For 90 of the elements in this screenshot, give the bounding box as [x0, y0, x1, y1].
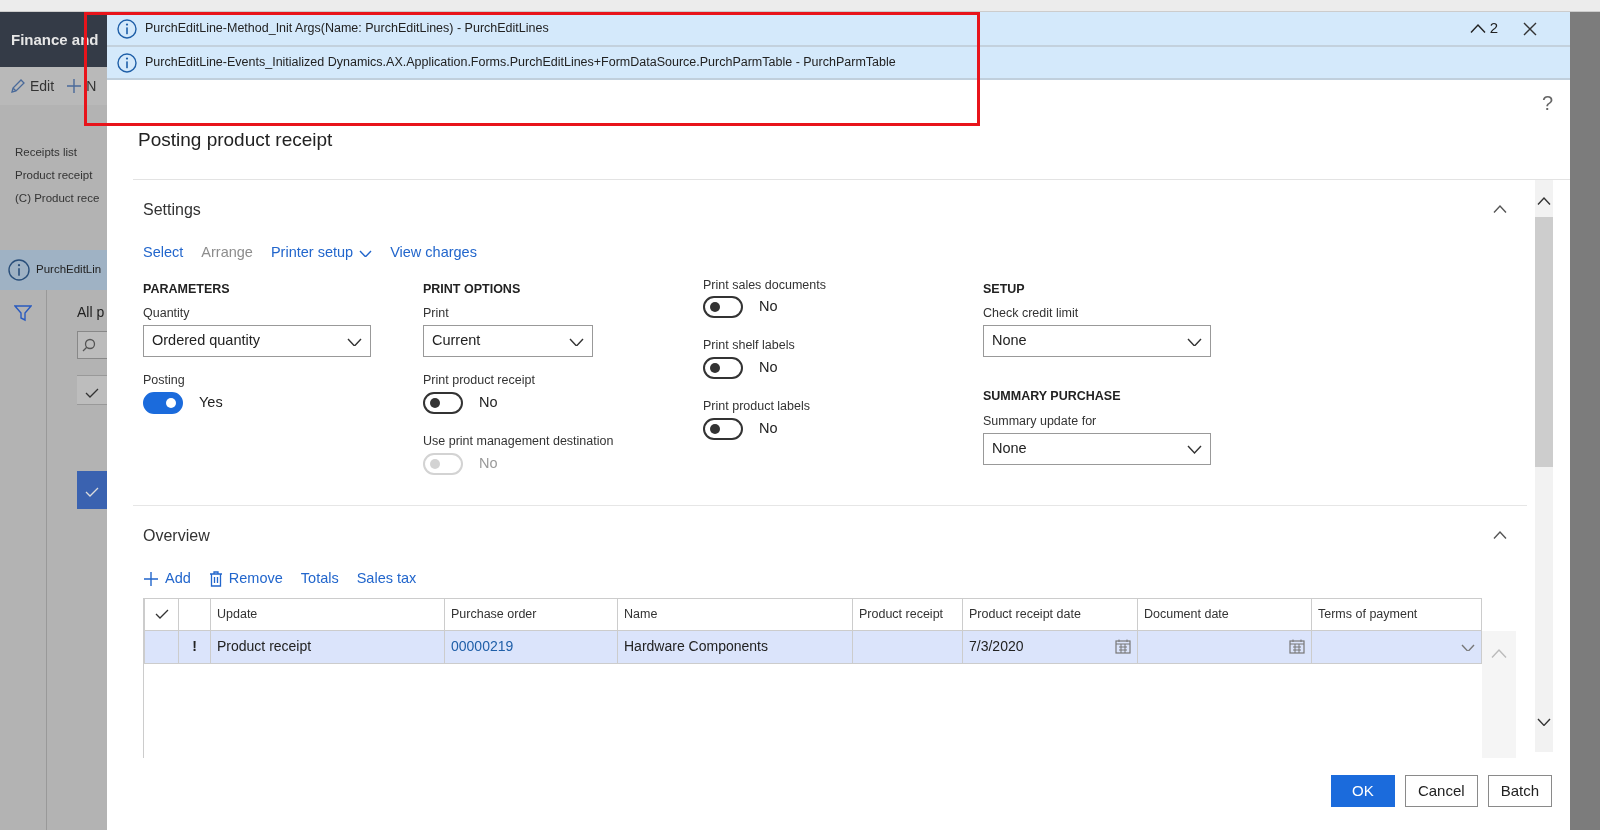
message-count: 2: [1489, 18, 1498, 39]
group-heading: SUMMARY PURCHASE: [983, 388, 1122, 405]
message-text: PurchEditLine-Method_Init Args(Name: PurchEditLines) - PurchEditLines: [145, 20, 550, 38]
info-icon: [117, 18, 137, 39]
breadcrumb-link[interactable]: Receipts list: [15, 141, 107, 164]
toggle-switch[interactable]: [143, 391, 183, 414]
column-header: Terms of payment: [1311, 598, 1482, 630]
dialog-button[interactable]: OK: [1330, 775, 1395, 807]
toolbar-button[interactable]: Totals: [300, 567, 339, 590]
list-title: All p: [77, 303, 106, 322]
chevron-down-icon: [1537, 716, 1551, 726]
cell-text: Product receipt: [217, 638, 312, 654]
toggle-switch[interactable]: [703, 417, 743, 440]
cell-text: Hardware Components: [624, 638, 768, 654]
search-icon: [82, 338, 96, 352]
action-button[interactable]: Edit: [10, 75, 55, 97]
close-icon[interactable]: [1522, 20, 1538, 37]
dropdown-field[interactable]: Ordered quantity: [143, 325, 371, 357]
toggle-value: Yes: [199, 392, 223, 412]
chevron-up-icon: [1537, 195, 1551, 206]
field-label: Use print management destination: [423, 432, 615, 450]
plus-icon: [143, 570, 159, 587]
check-icon[interactable]: [154, 608, 169, 621]
message-text: PurchEditLin: [36, 262, 102, 278]
toolbar-button[interactable]: Printer setup: [270, 241, 373, 264]
calendar-icon[interactable]: [1289, 639, 1305, 654]
check-icon: [85, 486, 99, 499]
toggle-value: No: [759, 358, 778, 378]
dropdown-field[interactable]: None: [983, 432, 1211, 465]
toggle-value: No: [759, 297, 778, 317]
dialog-title: Posting product receipt: [137, 128, 334, 152]
scrollbar[interactable]: [1535, 179, 1553, 752]
field-label: Print shelf labels: [703, 337, 796, 355]
purchase-order-link[interactable]: 00000219: [451, 638, 514, 654]
field-label: Summary update for: [983, 412, 1098, 430]
cell-text: 7/3/2020: [969, 637, 1024, 656]
toggle-switch[interactable]: [423, 391, 463, 414]
collapse-button[interactable]: 2: [1469, 17, 1498, 40]
field-label: Print product labels: [703, 398, 811, 415]
group-heading: SETUP: [983, 280, 1026, 298]
warning-mark: !: [192, 638, 197, 654]
column-header: Product receipt: [852, 598, 963, 630]
plus-icon: [66, 78, 83, 94]
field-label: Print product receipt: [423, 372, 536, 389]
chevron-up-icon: [1469, 22, 1486, 35]
breadcrumb-link[interactable]: Product receipt: [15, 164, 107, 187]
toolbar-button[interactable]: Add: [143, 567, 191, 590]
pencil-icon: [10, 78, 26, 94]
column-header: Update: [210, 598, 445, 630]
toolbar-button[interactable]: Select: [143, 241, 184, 264]
column-header: Document date: [1137, 598, 1312, 630]
dropdown-field[interactable]: None: [983, 325, 1211, 357]
toolbar-button[interactable]: View charges: [390, 241, 477, 264]
column-header: Product receipt date: [962, 598, 1138, 630]
field-label: Print: [423, 305, 450, 323]
message-text: PurchEditLine-Events_Initialized Dynamics.AX.Application.Forms.PurchEditLines+FormDataSource.PurchParmTable - PurchParmTable: [145, 54, 897, 72]
info-icon: [117, 52, 137, 73]
grid-row[interactable]: ! Product receipt 00000219 Hardware Components 7/3/2020: [144, 630, 1482, 663]
field-label: Quantity: [143, 305, 191, 323]
help-button[interactable]: ?: [1541, 92, 1553, 114]
calendar-icon[interactable]: [1115, 639, 1131, 654]
info-icon: [8, 259, 30, 281]
field-label: Check credit limit: [983, 305, 1080, 323]
column-header: Purchase order: [444, 598, 618, 630]
breadcrumb-link[interactable]: (C) Product rece: [15, 187, 107, 210]
chevron-up-icon: [1491, 648, 1507, 660]
group-heading: PARAMETERS: [143, 280, 231, 298]
field-label: Print sales documents: [703, 276, 827, 294]
toolbar-button[interactable]: Sales tax: [356, 567, 417, 590]
grid-scrollbar[interactable]: [1482, 630, 1516, 758]
dialog-button[interactable]: Cancel: [1404, 775, 1478, 807]
column-header: Name: [617, 598, 853, 630]
trash-icon: [208, 570, 223, 587]
toggle-switch[interactable]: [703, 296, 743, 319]
dialog-button[interactable]: Batch: [1487, 775, 1552, 807]
toggle-value: No: [759, 418, 778, 438]
section-title: Overview: [143, 525, 210, 546]
toggle-switch[interactable]: [703, 357, 743, 379]
toolbar-button[interactable]: Remove: [208, 567, 283, 590]
chevron-down-icon: [1187, 443, 1202, 454]
group-heading: PRINT OPTIONS: [423, 280, 522, 298]
section-title: Settings: [143, 199, 201, 220]
field-label: Posting: [143, 372, 186, 389]
toggle-value: No: [479, 392, 498, 412]
search-field[interactable]: [77, 331, 107, 359]
action-button[interactable]: N: [66, 75, 97, 97]
filter-icon: [14, 304, 32, 323]
dropdown-field[interactable]: Current: [423, 325, 593, 357]
check-icon: [85, 387, 99, 400]
toggle-value: No: [479, 453, 498, 473]
